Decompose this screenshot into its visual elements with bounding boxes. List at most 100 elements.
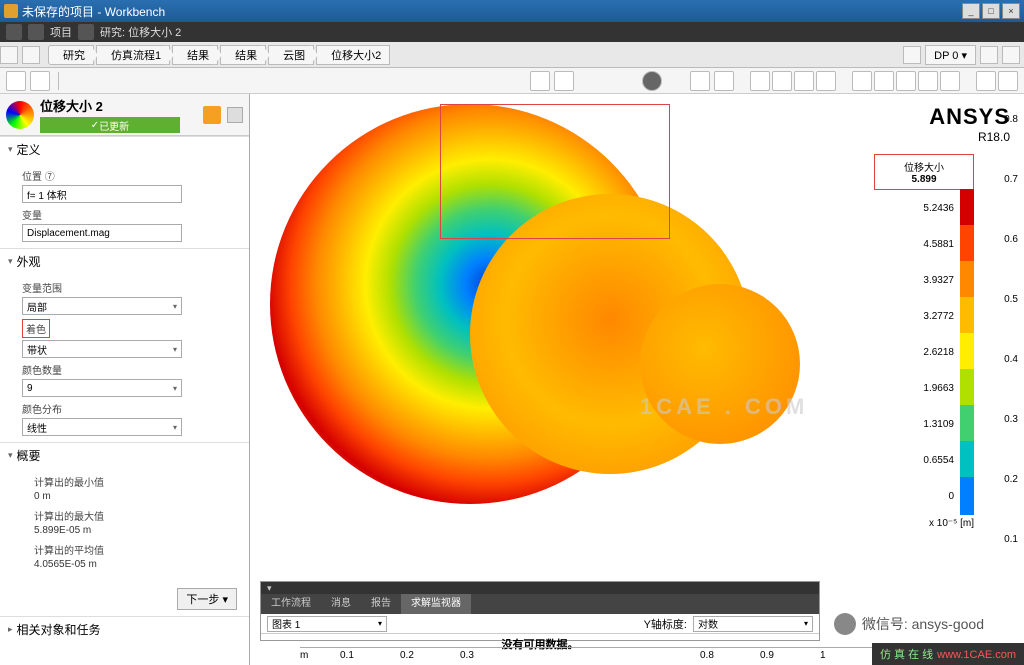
bottom-tabs: 工作流程 消息 报告 求解监视器: [261, 594, 819, 614]
section-appearance: 外观 变量范围 局部 着色 带状 颜色数量 9 颜色分布 线性: [0, 248, 249, 442]
app-icon: [4, 4, 18, 18]
display-2-icon[interactable]: [874, 71, 894, 91]
menu-project[interactable]: 项目: [50, 24, 72, 40]
label-position: 位置 ⑦: [22, 168, 235, 183]
bc-disp[interactable]: 位移大小2: [316, 45, 390, 65]
bc-result1[interactable]: 结果: [172, 45, 218, 65]
label-min: 计算出的最小值: [34, 474, 235, 489]
section-definition: 定义 位置 ⑦ f= 1 体积 变量 Displacement.mag: [0, 136, 249, 248]
legend-row: 1.3109: [874, 406, 974, 442]
view-mode-2-icon[interactable]: [772, 71, 792, 91]
wechat-overlay: 微信号: ansys-good: [834, 613, 984, 635]
solution-monitor-panel: ▾ 工作流程 消息 报告 求解监视器 图表 1 Y轴标度: 对数 没有可用数据。: [260, 581, 820, 641]
properties-sidebar: 位移大小 2 ✓ 已更新 定义 位置 ⑦ f= 1 体积 变量 Displace…: [0, 94, 250, 665]
section-appearance-header[interactable]: 外观: [0, 249, 249, 274]
section-summary-header[interactable]: 概要: [0, 443, 249, 468]
field-count[interactable]: 9: [22, 379, 182, 397]
ruler-vertical: 0.80.70.60.50.40.30.20.1: [988, 114, 1018, 614]
menubar: 项目 研究: 位移大小 2: [0, 22, 1024, 42]
label-range: 变量范围: [22, 280, 235, 295]
zoom-icon[interactable]: [998, 71, 1018, 91]
tab-workflow[interactable]: 工作流程: [261, 594, 321, 614]
panel-footer: 下一步 ▾: [0, 582, 249, 616]
bc-play-icon[interactable]: [903, 46, 921, 64]
bc-sim[interactable]: 仿真流程1: [96, 45, 170, 65]
menu-study[interactable]: 研究: 位移大小 2: [100, 24, 181, 40]
value-max: 5.899E-05 m: [34, 525, 235, 536]
play-icon[interactable]: [690, 71, 710, 91]
view-mode-3-icon[interactable]: [794, 71, 814, 91]
watermark: 1CAE . COM: [640, 394, 808, 420]
annotation-box-1: [440, 104, 670, 239]
bc-end-icon-2[interactable]: [1002, 46, 1020, 64]
chart-selector[interactable]: 图表 1: [267, 616, 387, 632]
dropdown-icon[interactable]: [714, 71, 734, 91]
viewport-3d[interactable]: 1CAE . COM ANSYS R18.0 位移大小 5.899 5.2436…: [250, 94, 1024, 665]
menu-icon-2[interactable]: [28, 24, 44, 40]
tab-messages[interactable]: 消息: [321, 594, 361, 614]
close-button[interactable]: ×: [1002, 3, 1020, 19]
field-variable[interactable]: Displacement.mag: [22, 224, 182, 242]
panel-status: ✓ 已更新: [40, 117, 180, 133]
minimize-button[interactable]: _: [962, 3, 980, 19]
label-max: 计算出的最大值: [34, 508, 235, 523]
bc-study[interactable]: 研究: [48, 45, 94, 65]
label-avg: 计算出的平均值: [34, 542, 235, 557]
legend-row: 5.2436: [874, 190, 974, 226]
menu-icon-1[interactable]: [6, 24, 22, 40]
section-related: 相关对象和任务: [0, 616, 249, 642]
value-avg: 4.0565E-05 m: [34, 559, 235, 570]
maximize-button[interactable]: □: [982, 3, 1000, 19]
field-dist[interactable]: 线性: [22, 418, 182, 436]
display-5-icon[interactable]: [940, 71, 960, 91]
label-variable: 变量: [22, 207, 235, 222]
site-watermark: 仿 真 在 线www.1CAE.com: [872, 643, 1024, 665]
tb-create-icon[interactable]: [6, 71, 26, 91]
slider-handle-icon[interactable]: [642, 71, 662, 91]
redo-icon[interactable]: [554, 71, 574, 91]
label-color: 着色: [22, 319, 50, 338]
tab-report[interactable]: 报告: [361, 594, 401, 614]
field-color[interactable]: 带状: [22, 340, 182, 358]
tab-monitor[interactable]: 求解监视器: [401, 594, 471, 614]
wechat-icon: [834, 613, 856, 635]
settings-icon[interactable]: [227, 107, 243, 123]
filter-icon[interactable]: [203, 106, 221, 124]
bc-icon-1[interactable]: [0, 46, 18, 64]
view-mode-1-icon[interactable]: [750, 71, 770, 91]
legend-row: 3.9327: [874, 262, 974, 298]
undo-icon[interactable]: [530, 71, 550, 91]
bc-icon-2[interactable]: [22, 46, 40, 64]
bc-result2[interactable]: 结果: [220, 45, 266, 65]
legend-row: 1.9663: [874, 370, 974, 406]
bc-end-icon-1[interactable]: [980, 46, 998, 64]
design-point-selector[interactable]: DP 0 ▾: [925, 45, 976, 65]
window-titlebar: 未保存的项目 - Workbench _ □ ×: [0, 0, 1024, 22]
contour-icon: [6, 101, 34, 129]
field-range[interactable]: 局部: [22, 297, 182, 315]
view-toolbar: [0, 68, 1024, 94]
label-dist: 颜色分布: [22, 401, 235, 416]
view-mode-4-icon[interactable]: [816, 71, 836, 91]
section-related-header[interactable]: 相关对象和任务: [0, 617, 249, 642]
window-title: 未保存的项目 - Workbench: [22, 3, 165, 20]
legend-unit: x 10⁻⁵ [m]: [874, 518, 974, 529]
tb-doc-icon[interactable]: [30, 71, 50, 91]
display-4-icon[interactable]: [918, 71, 938, 91]
next-step-button[interactable]: 下一步 ▾: [177, 588, 237, 610]
display-3-icon[interactable]: [896, 71, 916, 91]
label-count: 颜色数量: [22, 362, 235, 377]
fit-icon[interactable]: [976, 71, 996, 91]
display-1-icon[interactable]: [852, 71, 872, 91]
section-definition-header[interactable]: 定义: [0, 137, 249, 162]
bc-contour[interactable]: 云图: [268, 45, 314, 65]
panel-title: 位移大小 2: [40, 96, 197, 115]
menu-icon-3[interactable]: [78, 24, 94, 40]
legend-row: 0: [874, 478, 974, 514]
color-legend: 位移大小 5.899 5.24364.58813.93273.27722.621…: [874, 154, 974, 529]
panel-header: 位移大小 2 ✓ 已更新: [0, 94, 249, 136]
field-position[interactable]: f= 1 体积: [22, 185, 182, 203]
legend-row: 2.6218: [874, 334, 974, 370]
yscale-selector[interactable]: 对数: [693, 616, 813, 632]
legend-title: 位移大小 5.899: [874, 154, 974, 190]
